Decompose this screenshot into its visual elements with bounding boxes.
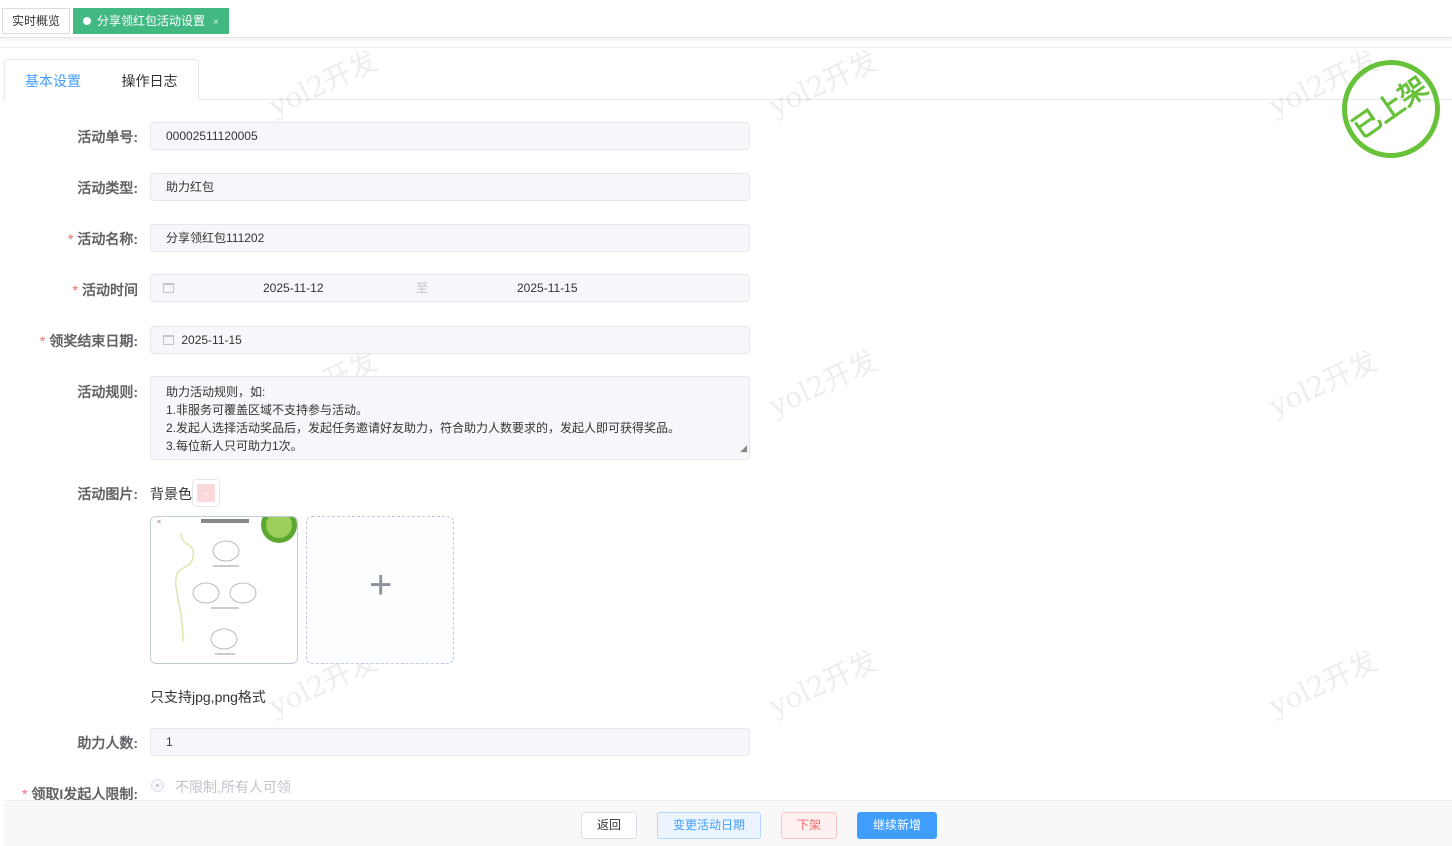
image-upload-button[interactable]: + <box>306 516 454 664</box>
watermark: yol2开发 <box>1264 644 1383 723</box>
plus-icon: + <box>369 563 393 607</box>
name-label: * 活动名称: <box>67 231 138 247</box>
time-label: * 活动时间 <box>72 282 138 298</box>
order-no-label: 活动单号: <box>77 129 138 145</box>
time-range-picker[interactable]: 2025-11-12 至 2025-11-15 <box>150 274 750 302</box>
rules-line: 1.非服务可覆盖区域不支持参与活动。 <box>166 403 369 417</box>
range-separator: 至 <box>416 281 429 295</box>
calendar-icon <box>163 335 174 345</box>
image-format-hint: 只支持jpg,png格式 <box>150 689 266 705</box>
continue-add-button[interactable]: 继续新增 <box>857 812 937 839</box>
limit-option-label[interactable]: 不限制,所有人可领 <box>175 777 291 797</box>
divider <box>0 47 1452 48</box>
tags-bar: 实时概览 分享领红包活动设置 × <box>0 3 1452 38</box>
tab-operation-log[interactable]: 操作日志 <box>101 59 199 100</box>
rules-line: 2.发起人选择活动奖品后，发起任务邀请好友助力，符合助力人数要求的，发起人即可获… <box>166 421 681 435</box>
offline-button[interactable]: 下架 <box>781 812 837 839</box>
tag-label: 分享领红包活动设置 <box>97 14 206 28</box>
rules-line: 3.每位新人只可助力1次。 <box>166 439 303 453</box>
chevron-down-icon: ⌄ <box>197 484 215 502</box>
back-button[interactable]: 返回 <box>581 812 637 839</box>
type-field[interactable]: 助力红包 <box>150 173 750 201</box>
close-icon[interactable]: × <box>213 17 219 28</box>
footer-actions: 返回 变更活动日期 下架 继续新增 <box>4 800 1452 846</box>
tab-basic-settings[interactable]: 基本设置 <box>4 59 102 101</box>
active-dot-icon <box>83 17 91 25</box>
helpers-label: 助力人数: <box>77 735 138 751</box>
limit-radio[interactable] <box>151 779 164 792</box>
tag-realtime-overview[interactable]: 实时概览 <box>2 8 71 34</box>
tabs: 基本设置 操作日志 <box>4 59 1452 101</box>
rules-textarea[interactable]: 助力活动规则，如: 1.非服务可覆盖区域不支持参与活动。 2.发起人选择活动奖品… <box>150 376 750 460</box>
poster-preview: < <box>157 517 297 655</box>
claim-end-label: * 领奖结束日期: <box>39 333 138 349</box>
name-field[interactable]: 分享领红包111202 <box>150 224 750 252</box>
order-no-field[interactable]: 00002511120005 <box>150 122 750 150</box>
end-date[interactable]: 2025-11-15 <box>517 275 578 301</box>
watermark: yol2开发 <box>764 344 883 423</box>
tag-share-redpacket-settings[interactable]: 分享领红包活动设置 × <box>73 8 229 34</box>
rules-label: 活动规则: <box>77 384 138 400</box>
watermark: yol2开发 <box>764 644 883 723</box>
claim-end-date-picker[interactable]: 2025-11-15 <box>150 326 750 354</box>
image-label: 活动图片: <box>77 486 138 502</box>
change-date-button[interactable]: 变更活动日期 <box>657 812 761 839</box>
start-date[interactable]: 2025-11-12 <box>263 275 324 301</box>
type-label: 活动类型: <box>77 180 138 196</box>
svg-text:<: < <box>157 519 161 526</box>
bg-color-label: 背景色 <box>150 486 192 502</box>
helpers-field[interactable]: 1 <box>150 728 750 756</box>
watermark: yol2开发 <box>1264 344 1383 423</box>
calendar-icon <box>163 283 174 293</box>
rules-line: 助力活动规则，如: <box>166 385 266 399</box>
uploaded-image-thumbnail[interactable]: < <box>150 516 298 664</box>
bg-color-picker[interactable]: ⌄ <box>192 479 220 507</box>
resize-handle-icon[interactable]: ◢ <box>740 439 747 457</box>
